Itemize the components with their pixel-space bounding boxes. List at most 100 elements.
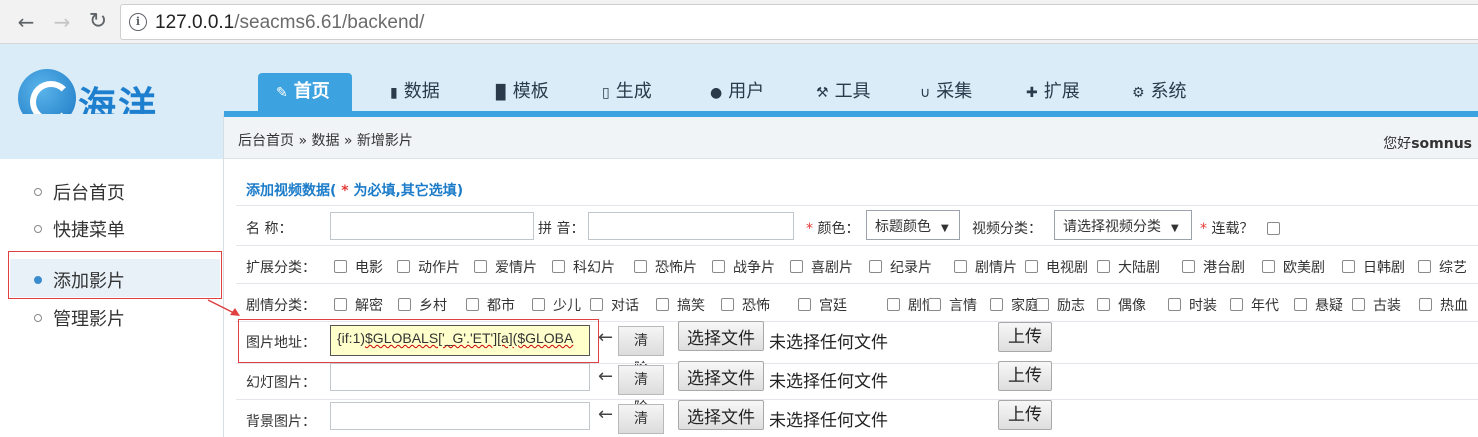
plot-checkbox[interactable] — [721, 297, 734, 311]
plot-checkbox[interactable] — [1352, 297, 1365, 311]
ext-checkbox[interactable] — [790, 259, 803, 273]
ext-option[interactable]: 爱情片 — [474, 257, 537, 277]
plot-checkbox[interactable] — [334, 297, 347, 311]
tab-collect[interactable]: ∪ 采集 — [920, 73, 972, 111]
plot-option[interactable]: 悬疑 — [1294, 295, 1343, 315]
ext-checkbox[interactable] — [1182, 259, 1195, 273]
ext-checkbox[interactable] — [552, 259, 565, 273]
plot-option[interactable]: 励志 — [1036, 295, 1085, 315]
ext-option[interactable]: 恐怖片 — [634, 257, 697, 277]
ext-checkbox[interactable] — [397, 259, 410, 273]
pinyin-input[interactable] — [588, 212, 794, 240]
upload-button[interactable]: 上传 — [998, 400, 1052, 430]
info-icon[interactable]: i — [129, 13, 147, 31]
tab-extend[interactable]: ✚ 扩展 — [1026, 73, 1080, 111]
tab-generate[interactable]: ▯ 生成 — [602, 73, 652, 111]
ext-checkbox[interactable] — [1262, 259, 1275, 273]
ext-checkbox[interactable] — [1418, 259, 1431, 273]
plot-checkbox[interactable] — [887, 297, 900, 311]
category-select[interactable]: 请选择视频分类 ▼ — [1054, 210, 1192, 240]
plot-checkbox[interactable] — [466, 297, 479, 311]
upload-button[interactable]: 上传 — [998, 361, 1052, 391]
tab-templates[interactable]: ▉ 模板 — [496, 73, 549, 111]
arrow-right-icon[interactable]: → — [48, 8, 76, 36]
plot-option[interactable]: 恐怖 — [721, 295, 770, 315]
url-text[interactable]: 127.0.0.1/seacms6.61/backend/ — [155, 12, 424, 34]
arrow-left-icon[interactable]: ← — [12, 8, 40, 36]
ext-checkbox[interactable] — [1097, 259, 1110, 273]
plot-checkbox[interactable] — [1294, 297, 1307, 311]
ext-option[interactable]: 大陆剧 — [1097, 257, 1160, 277]
color-select[interactable]: 标题颜色 ▼ — [866, 210, 960, 240]
plot-option[interactable]: 偶像 — [1097, 295, 1146, 315]
plot-option[interactable]: 少儿 — [532, 295, 581, 315]
plot-option[interactable]: 对话 — [590, 295, 639, 315]
ext-option[interactable]: 日韩剧 — [1342, 257, 1405, 277]
plot-option[interactable]: 时装 — [1168, 295, 1217, 315]
plot-option[interactable]: 解密 — [334, 295, 383, 315]
sidebar-item-home[interactable]: 后台首页 — [34, 179, 125, 205]
ext-checkbox[interactable] — [634, 259, 647, 273]
breadcrumb[interactable]: 后台首页 » 数据 » 新增影片 — [238, 130, 413, 150]
plot-checkbox[interactable] — [1419, 297, 1432, 311]
sidebar-item-shortcuts[interactable]: 快捷菜单 — [34, 216, 125, 242]
clear-button[interactable]: 清除 — [618, 326, 664, 377]
ext-checkbox[interactable] — [474, 259, 487, 273]
reload-icon[interactable]: ↻ — [84, 8, 112, 36]
ext-option[interactable]: 战争片 — [712, 257, 775, 277]
ext-option[interactable]: 电影 — [334, 257, 383, 277]
choose-file-button[interactable]: 选择文件 — [678, 400, 764, 430]
ext-option[interactable]: 剧情片 — [954, 257, 1017, 277]
plot-checkbox[interactable] — [656, 297, 669, 311]
ext-option[interactable]: 科幻片 — [552, 257, 615, 277]
background-image-input[interactable] — [330, 402, 590, 430]
plot-option[interactable]: 家庭 — [990, 295, 1039, 315]
plot-checkbox[interactable] — [398, 297, 411, 311]
clear-button[interactable]: 清除 — [618, 365, 664, 416]
ext-option[interactable]: 综艺 — [1418, 257, 1467, 277]
ext-checkbox[interactable] — [1025, 259, 1038, 273]
tab-system[interactable]: ⚙ 系统 — [1132, 73, 1187, 111]
ext-option[interactable]: 喜剧片 — [790, 257, 853, 277]
choose-file-button[interactable]: 选择文件 — [678, 321, 764, 351]
plot-checkbox[interactable] — [1036, 297, 1049, 311]
tab-home[interactable]: ✎ 首页 — [258, 73, 352, 111]
plot-option[interactable]: 年代 — [1230, 295, 1279, 315]
plot-checkbox[interactable] — [1230, 297, 1243, 311]
plot-checkbox[interactable] — [590, 297, 603, 311]
ext-checkbox[interactable] — [954, 259, 967, 273]
tab-users[interactable]: ● 用户 — [710, 73, 764, 111]
ext-checkbox[interactable] — [712, 259, 725, 273]
plot-checkbox[interactable] — [532, 297, 545, 311]
plot-checkbox[interactable] — [990, 297, 1003, 311]
plot-option[interactable]: 古装 — [1352, 295, 1401, 315]
ext-option[interactable]: 动作片 — [397, 257, 460, 277]
ext-option[interactable]: 港台剧 — [1182, 257, 1245, 277]
address-bar[interactable]: i 127.0.0.1/seacms6.61/backend/ — [120, 4, 1478, 40]
tab-data[interactable]: ▮ 数据 — [390, 73, 440, 111]
plot-option[interactable]: 宫廷 — [798, 295, 847, 315]
plot-checkbox[interactable] — [1168, 297, 1181, 311]
plot-option[interactable]: 言情 — [928, 295, 977, 315]
plot-checkbox[interactable] — [928, 297, 941, 311]
ext-option[interactable]: 欧美剧 — [1262, 257, 1325, 277]
plot-option[interactable]: 乡村 — [398, 295, 447, 315]
ext-checkbox[interactable] — [334, 259, 347, 273]
ext-option[interactable]: 电视剧 — [1025, 257, 1088, 277]
plot-checkbox[interactable] — [798, 297, 811, 311]
sidebar-item-manage-movies[interactable]: 管理影片 — [34, 305, 125, 331]
ext-checkbox[interactable] — [869, 259, 882, 273]
choose-file-button[interactable]: 选择文件 — [678, 361, 764, 391]
ext-option[interactable]: 纪录片 — [869, 257, 932, 277]
plot-checkbox[interactable] — [1097, 297, 1110, 311]
name-input[interactable] — [330, 212, 534, 240]
plot-option[interactable]: 热血 — [1419, 295, 1468, 315]
plot-option[interactable]: 都市 — [466, 295, 515, 315]
clear-button[interactable]: 清除 — [618, 404, 664, 434]
slide-image-input[interactable] — [330, 363, 590, 391]
serial-checkbox[interactable] — [1267, 222, 1280, 235]
tab-tools[interactable]: ⚒ 工具 — [816, 73, 871, 111]
upload-button[interactable]: 上传 — [998, 322, 1052, 352]
ext-checkbox[interactable] — [1342, 259, 1355, 273]
plot-option[interactable]: 搞笑 — [656, 295, 705, 315]
